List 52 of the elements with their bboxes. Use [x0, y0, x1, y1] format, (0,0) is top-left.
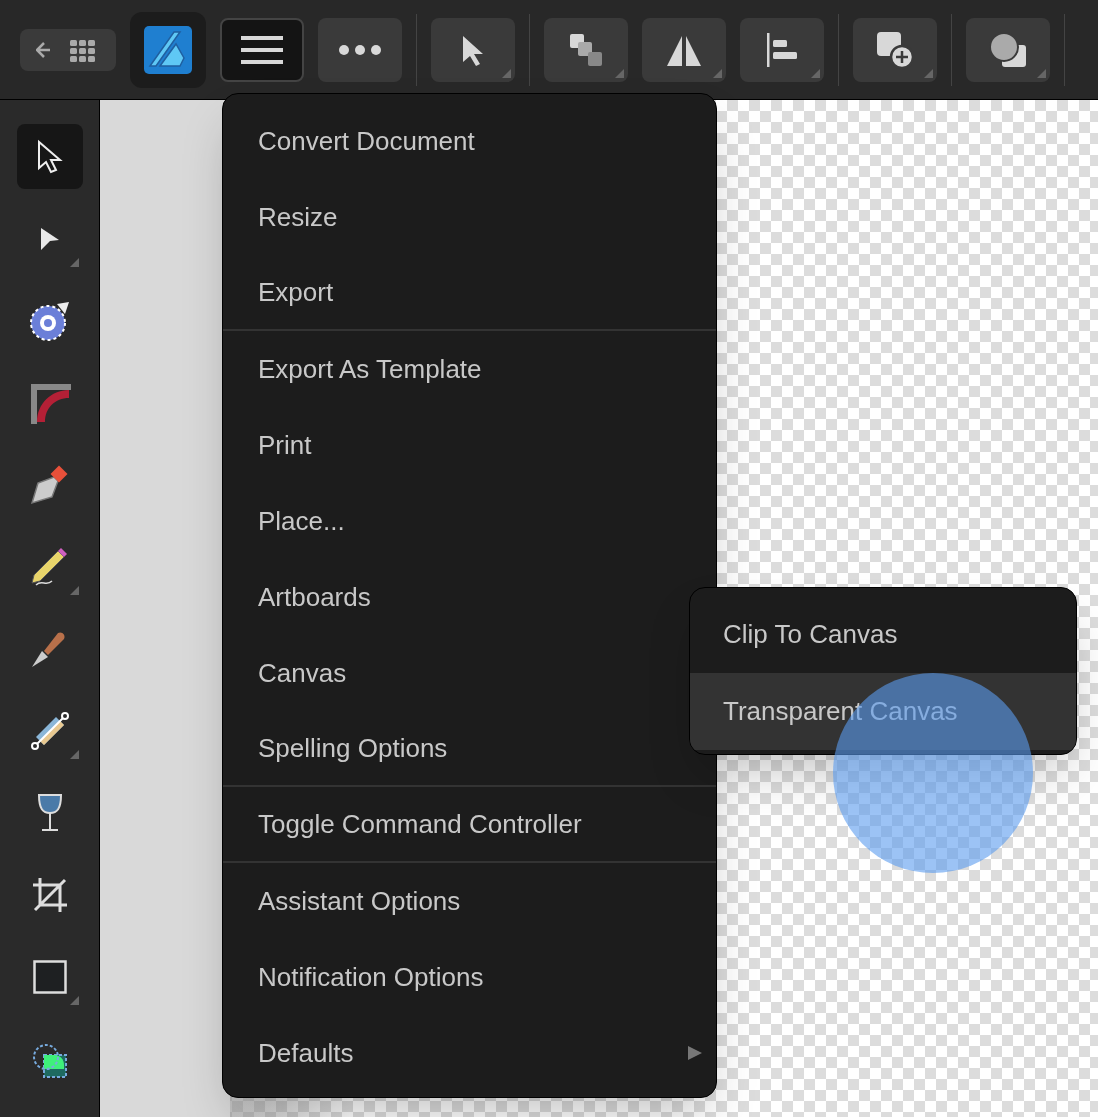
menu-item-label: Spelling Options — [258, 731, 448, 765]
submenu-item[interactable]: Clip To Canvas — [690, 596, 1076, 673]
menu-item-label: Artboards — [258, 580, 371, 614]
gradient-icon — [29, 710, 70, 751]
menu-item-label: Export As Template — [258, 352, 482, 386]
tool-button[interactable] — [16, 124, 83, 189]
flip-button[interactable] — [642, 17, 726, 82]
submenu-arrow-icon — [688, 1046, 702, 1060]
menu-item[interactable]: Resize — [223, 179, 716, 255]
pencil-icon — [29, 546, 70, 587]
corner-icon — [28, 381, 71, 424]
pointer-icon — [35, 138, 64, 175]
more-icon — [339, 44, 381, 55]
menu-button[interactable] — [220, 17, 304, 82]
menu-item[interactable]: Toggle Command Controller — [223, 787, 716, 863]
menu-item-label: Resize — [258, 200, 338, 234]
menu-item[interactable]: Print — [223, 407, 716, 483]
menu-item[interactable]: Assistant Options — [223, 863, 716, 939]
back-grid-button[interactable] — [20, 28, 116, 71]
app-button[interactable] — [130, 11, 206, 88]
menu-item-label: Defaults — [258, 1036, 354, 1070]
arrange-icon — [568, 31, 604, 68]
menu-item[interactable]: Place... — [223, 483, 716, 559]
menu-item-label: Toggle Command Controller — [258, 807, 582, 841]
arrange-button[interactable] — [544, 17, 628, 82]
rectangle-icon — [32, 959, 67, 994]
pen-icon — [29, 464, 70, 505]
menu-item-label: Print — [258, 428, 312, 462]
pointer-icon — [461, 33, 485, 66]
add-shape-icon — [875, 29, 915, 70]
menu-item-label: Export — [258, 275, 334, 309]
menu-item-label: Place... — [258, 504, 345, 538]
menu-item[interactable]: Notification Options — [223, 939, 716, 1015]
app-logo-icon — [144, 25, 192, 74]
pointer-button[interactable] — [431, 17, 515, 82]
more-button[interactable] — [318, 17, 402, 82]
menu-item[interactable]: Export — [223, 255, 716, 331]
menu-icon — [241, 35, 283, 64]
menu-item[interactable]: Convert Document — [223, 103, 716, 179]
menu-item[interactable]: Defaults — [223, 1015, 716, 1091]
menu-item[interactable]: Export As Template — [223, 331, 716, 407]
shapes-button[interactable] — [966, 17, 1050, 82]
menu-item-label: Assistant Options — [258, 884, 461, 918]
menu-item-label: Notification Options — [258, 960, 484, 994]
align-icon — [765, 32, 799, 67]
align-button[interactable] — [740, 17, 824, 82]
menu-item-label: Convert Document — [258, 124, 475, 158]
crop-icon — [30, 875, 69, 914]
node-pointer-icon — [38, 225, 61, 252]
add-button[interactable] — [853, 17, 937, 82]
contour-icon — [28, 299, 71, 342]
menu-item-label: Canvas — [258, 656, 347, 690]
